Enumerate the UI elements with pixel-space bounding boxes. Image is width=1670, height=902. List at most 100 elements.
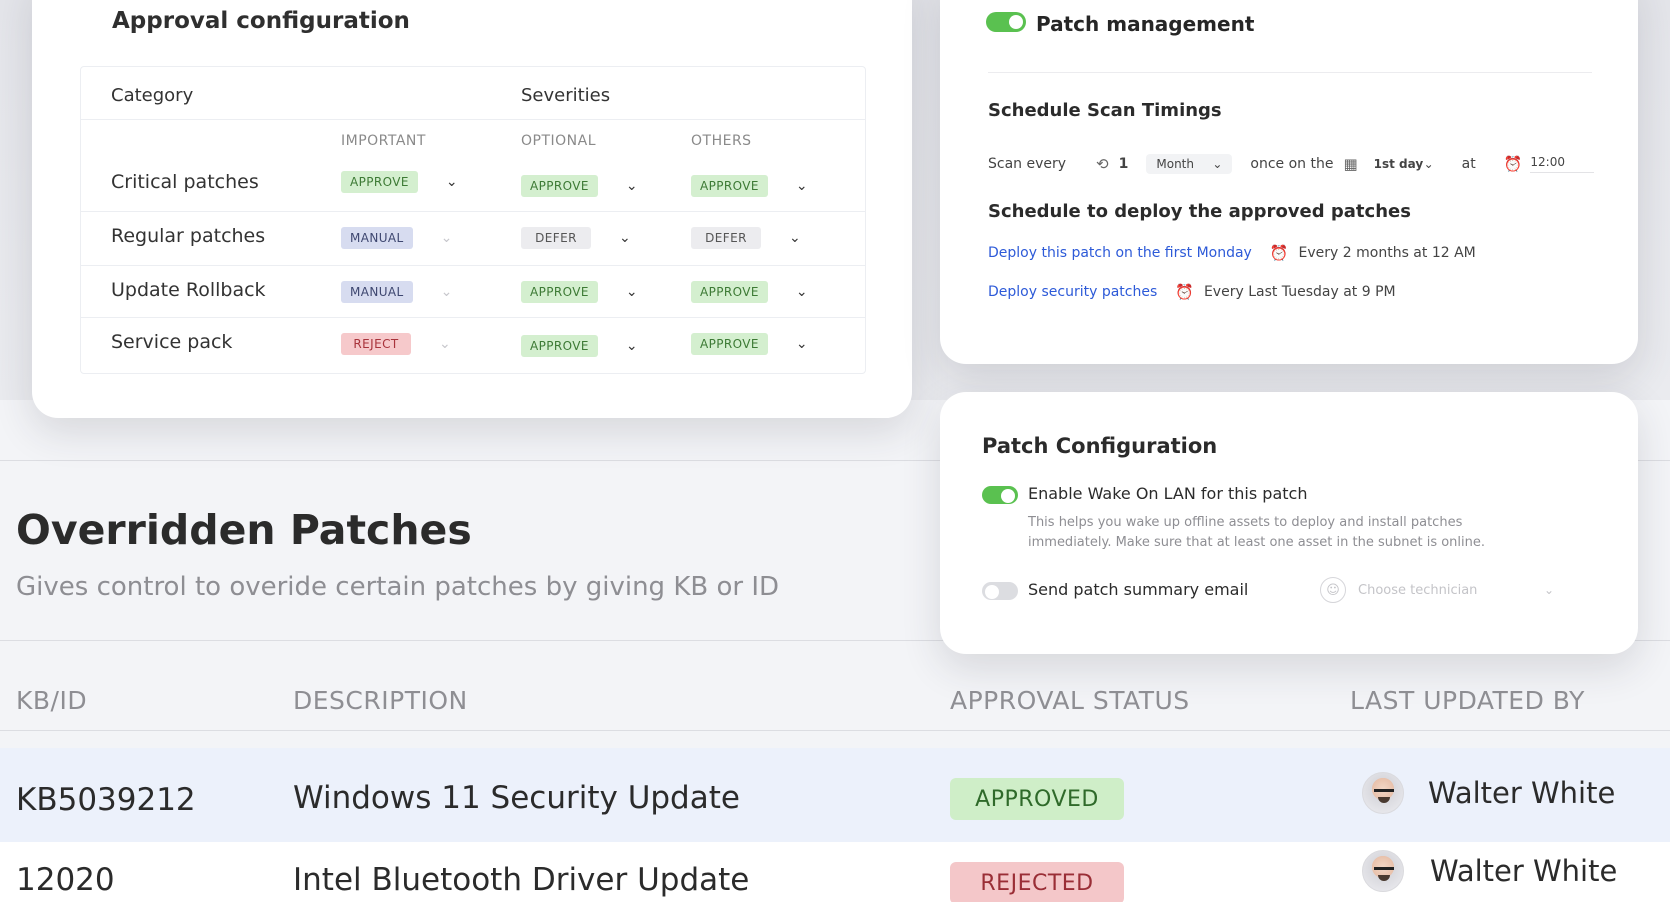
wake-on-lan-description: This helps you wake up offline assets to… (1028, 515, 1486, 550)
col-important: IMPORTANT (341, 133, 426, 149)
page-subtitle: Gives control to overide certain patches… (16, 572, 780, 602)
col-header-status: APPROVAL STATUS (950, 686, 1190, 715)
chevron-down-icon: ⌄ (795, 284, 808, 300)
scan-time-input[interactable]: 12:00 (1530, 155, 1595, 173)
service-important-select[interactable]: REJECT ⌄ (341, 333, 451, 355)
status-badge: DEFER (521, 227, 591, 249)
status-badge: APPROVE (691, 333, 768, 355)
col-others: OTHERS (691, 133, 752, 149)
deploy-rule-row: Deploy this patch on the first Monday ⏰ … (988, 244, 1476, 262)
summary-email-toggle[interactable] (982, 582, 1018, 600)
service-optional-select[interactable]: APPROVE ⌄ (521, 335, 638, 357)
chevron-down-icon: ⌄ (1543, 583, 1554, 597)
deploy-rule-row: Deploy security patches ⏰ Every Last Tue… (988, 283, 1396, 301)
deploy-security-link[interactable]: Deploy security patches (988, 284, 1157, 300)
chevron-down-icon: ⌄ (440, 230, 453, 246)
regular-optional-select[interactable]: DEFER ⌄ (521, 227, 631, 249)
wake-on-lan-label: Enable Wake On LAN for this patch (1028, 484, 1308, 503)
rollback-optional-select[interactable]: APPROVE ⌄ (521, 281, 638, 303)
scan-day-select[interactable]: 1st day ⌄ (1364, 154, 1444, 174)
deploy-first-monday-link[interactable]: Deploy this patch on the first Monday (988, 245, 1252, 261)
technician-select[interactable]: ☺ Choose technician ⌄ (1320, 574, 1554, 606)
approval-status-badge: APPROVED (950, 778, 1124, 820)
scan-schedule-row: Scan every ⟲ 1 Month ⌄ once on the ▦ 1st… (988, 154, 1595, 174)
section-divider (988, 72, 1592, 73)
approval-config-card: Approval configuration Category Severiti… (32, 0, 912, 418)
scan-unit-select[interactable]: Month ⌄ (1146, 154, 1233, 174)
page-title: Overridden Patches (16, 506, 472, 554)
alarm-clock-icon: ⏰ (1503, 155, 1523, 173)
regular-important-select[interactable]: MANUAL ⌄ (341, 227, 452, 249)
status-badge: APPROVE (341, 171, 418, 193)
avatar (1362, 772, 1404, 814)
patch-configuration-card: Patch Configuration Enable Wake On LAN f… (940, 392, 1638, 654)
updated-by-name: Walter White (1428, 776, 1616, 810)
chevron-down-icon: ⌄ (795, 336, 808, 352)
col-header-description: DESCRIPTION (293, 686, 468, 715)
deploy-schedule-text: Every Last Tuesday at 9 PM (1203, 284, 1396, 300)
status-badge: APPROVE (521, 335, 598, 357)
chevron-down-icon: ⌄ (1423, 157, 1434, 171)
rollback-important-select[interactable]: MANUAL ⌄ (341, 281, 452, 303)
status-badge: MANUAL (341, 227, 413, 249)
rollback-others-select[interactable]: APPROVE ⌄ (691, 281, 808, 303)
scan-day-value: 1st day (1373, 157, 1424, 171)
row-divider (81, 317, 865, 318)
chevron-down-icon: ⌄ (789, 230, 801, 246)
chevron-down-icon: ⌄ (440, 284, 453, 300)
table-header-divider (0, 730, 1670, 731)
scan-timings-title: Schedule Scan Timings (988, 100, 1222, 121)
service-others-select[interactable]: APPROVE ⌄ (691, 333, 808, 355)
status-badge: DEFER (691, 227, 761, 249)
chevron-down-icon: ⌄ (625, 284, 638, 300)
chevron-down-icon: ⌄ (625, 338, 638, 354)
row-label-critical: Critical patches (111, 171, 259, 193)
critical-optional-select[interactable]: APPROVE ⌄ (521, 175, 638, 197)
critical-others-select[interactable]: APPROVE ⌄ (691, 175, 808, 197)
status-badge: APPROVE (691, 175, 768, 197)
critical-important-select[interactable]: APPROVE ⌄ (341, 171, 458, 193)
col-header-updated-by: LAST UPDATED BY (1350, 686, 1585, 715)
col-header-kb: KB/ID (16, 686, 88, 715)
summary-email-label: Send patch summary email (1028, 580, 1249, 599)
patch-management-card: Patch management Schedule Scan Timings S… (940, 0, 1638, 364)
wake-on-lan-toggle[interactable] (982, 486, 1018, 504)
severities-header: Severities (521, 85, 611, 106)
scan-every-label: Scan every (988, 156, 1067, 172)
regular-others-select[interactable]: DEFER ⌄ (691, 227, 801, 249)
updated-by-name: Walter White (1430, 854, 1618, 888)
status-badge: APPROVE (521, 175, 598, 197)
row-label-regular: Regular patches (111, 225, 266, 247)
status-badge: APPROVE (691, 281, 768, 303)
deploy-schedule-text: Every 2 months at 12 AM (1298, 245, 1476, 261)
row-label-rollback: Update Rollback (111, 279, 266, 301)
technician-placeholder: Choose technician (1358, 582, 1478, 598)
alarm-clock-icon: ⏰ (1175, 283, 1194, 301)
description-cell: Intel Bluetooth Driver Update (293, 862, 750, 898)
kb-id-cell: KB5039212 (16, 782, 196, 818)
chevron-down-icon: ⌄ (795, 178, 808, 194)
approval-title: Approval configuration (112, 8, 410, 34)
once-on-label: once on the (1250, 156, 1334, 172)
user-icon: ☺ (1320, 577, 1346, 603)
patch-management-title: Patch management (1036, 12, 1255, 36)
col-optional: OPTIONAL (521, 133, 597, 149)
status-badge: REJECT (341, 333, 411, 355)
calendar-icon: ▦ (1343, 155, 1358, 173)
patch-management-toggle[interactable] (986, 12, 1026, 32)
kb-id-cell: 12020 (16, 862, 115, 898)
chevron-down-icon: ⌄ (439, 336, 451, 352)
avatar (1362, 850, 1404, 892)
row-divider (81, 265, 865, 266)
chevron-down-icon: ⌄ (1212, 157, 1223, 171)
scan-interval-value[interactable]: 1 (1119, 156, 1129, 172)
approval-status-badge: REJECTED (950, 862, 1124, 902)
deploy-title: Schedule to deploy the approved patches (988, 201, 1411, 222)
row-label-service-pack: Service pack (111, 331, 233, 353)
table-row[interactable] (0, 748, 1670, 842)
table-divider (81, 119, 865, 120)
scan-unit-value: Month (1156, 157, 1194, 171)
category-header: Category (111, 85, 194, 106)
table-row[interactable] (0, 842, 1670, 902)
description-cell: Windows 11 Security Update (293, 780, 740, 816)
